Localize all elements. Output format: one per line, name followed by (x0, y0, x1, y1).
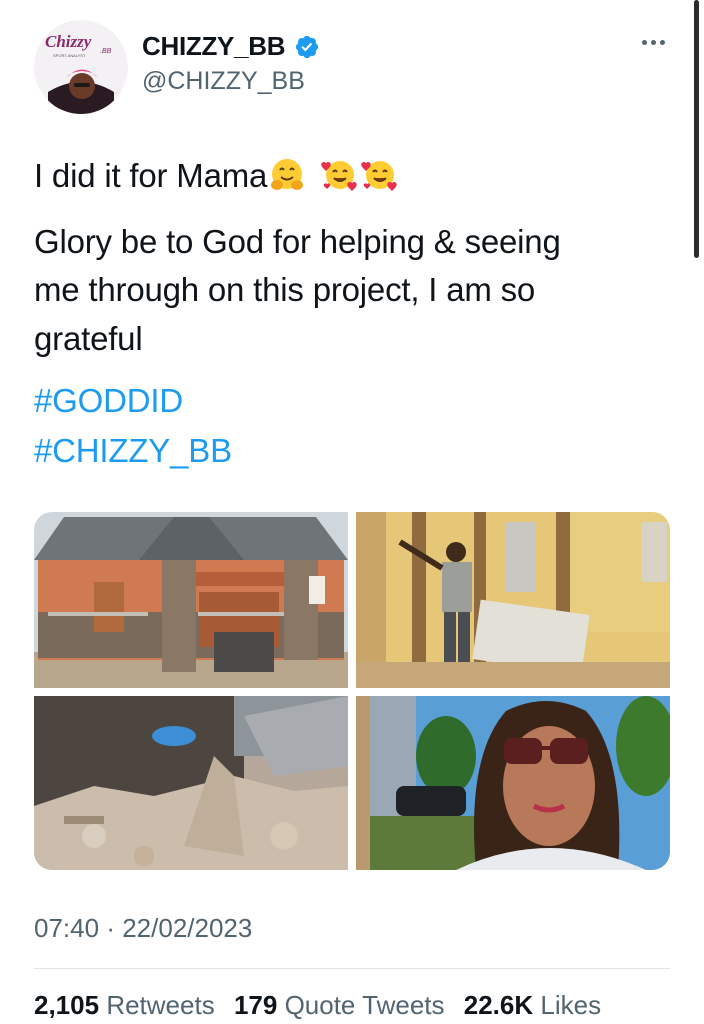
more-options-icon[interactable] (636, 30, 670, 54)
verified-badge-icon (295, 35, 319, 59)
rubble-photo[interactable] (34, 696, 348, 870)
avatar[interactable]: Chizzy .BB SPORT ANALYST (34, 20, 128, 114)
avatar-logo-subtext: SPORT ANALYST (53, 53, 86, 58)
scrollbar[interactable] (694, 0, 699, 258)
retweets-label[interactable]: Retweets (106, 990, 214, 1020)
selfie-photo[interactable] (356, 696, 670, 870)
tweet-body-line: grateful (34, 320, 143, 357)
tweet-body-line: Glory be to God for helping & seeing (34, 223, 561, 260)
tweet-date: 22/02/2023 (122, 913, 253, 943)
quote-tweets-count[interactable]: 179 (234, 990, 277, 1020)
media-grid (34, 512, 670, 870)
smiling-face-with-hearts-emoji-icon (321, 161, 357, 191)
author-handle[interactable]: @CHIZZY_BB (142, 67, 305, 96)
hashtag-link[interactable]: #GODDID (34, 381, 183, 421)
divider (34, 968, 670, 969)
smiling-face-with-hearts-emoji-icon (361, 161, 397, 191)
hashtag-link[interactable]: #CHIZZY_BB (34, 431, 232, 471)
tweet-time: 07:40 (34, 913, 100, 943)
hugging-face-emoji-icon (271, 159, 304, 190)
tweet-timestamp[interactable]: 07:40 · 22/02/2023 (34, 913, 252, 944)
quote-tweets-label[interactable]: Quote Tweets (285, 990, 445, 1020)
engagement-stats: 2,105 Retweets 179 Quote Tweets 22.6K Li… (34, 990, 613, 1021)
finished-bungalow-photo[interactable] (34, 512, 348, 688)
retweets-count[interactable]: 2,105 (34, 990, 99, 1020)
timestamp-separator: · (106, 913, 115, 943)
likes-label[interactable]: Likes (540, 990, 601, 1020)
author-display-name[interactable]: CHIZZY_BB (142, 31, 286, 62)
avatar-logo-suffix: .BB (100, 48, 112, 55)
tweet-body-line: me through on this project, I am so (34, 271, 536, 308)
likes-count[interactable]: 22.6K (464, 990, 533, 1020)
tweet-text-line-1: I did it for Mama (34, 157, 268, 194)
tweet-line-1: I did it for Mama (34, 156, 399, 196)
avatar-logo-text: Chizzy (45, 32, 92, 51)
man-demolishing-wall-photo[interactable] (356, 512, 670, 688)
